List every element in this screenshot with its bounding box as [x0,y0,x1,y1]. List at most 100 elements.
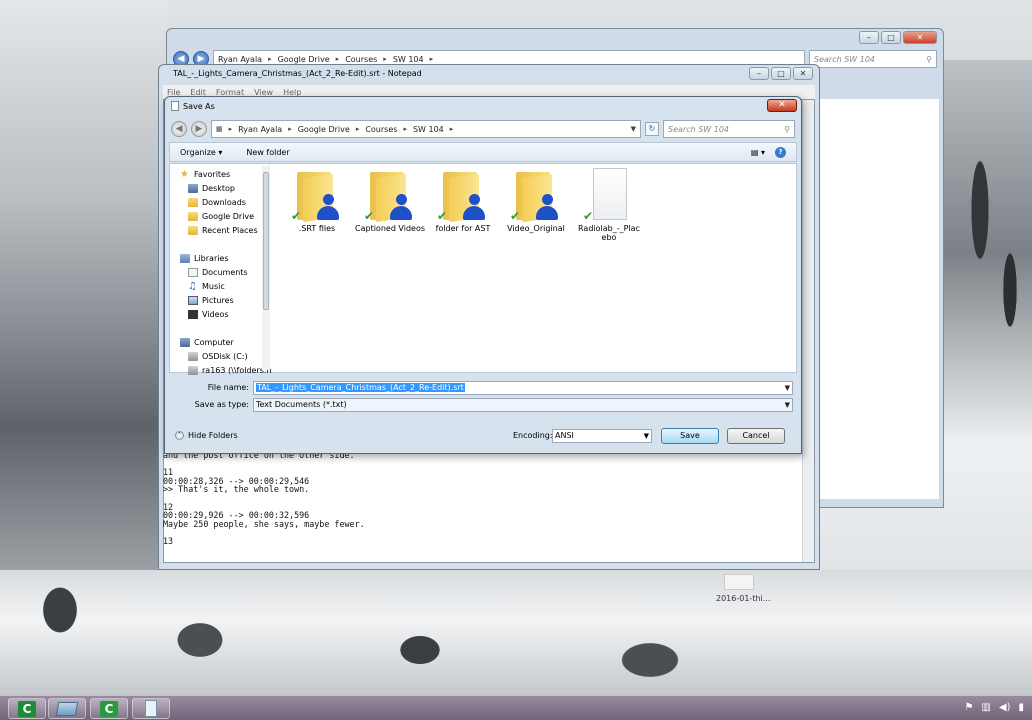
folder-item[interactable]: ✔ Captioned Videos [355,168,425,233]
file-name-input[interactable]: TAL_-_Lights_Camera_Christmas_(Act_2_Re-… [253,381,793,395]
encoding-label: Encoding: [513,431,553,440]
notepad-caption-buttons: – □ ✕ [749,67,813,80]
save-as-dialog[interactable]: Save As ✕ ◀ ▶ ▦ ▸ Ryan Ayala ▸ Google Driv… [164,96,802,454]
breadcrumb-item[interactable]: Google Drive [298,125,350,134]
desktop-file-icon[interactable] [724,574,754,590]
file-name-value: TAL_-_Lights_Camera_Christmas_(Act_2_Re-… [256,383,465,392]
google-drive-icon [188,212,198,221]
recent-places-icon [188,226,198,235]
navigation-pane: ★ Favorites Desktop Downloads Google Driv… [170,164,272,375]
minimize-button[interactable]: – [749,67,769,80]
taskbar-app-display[interactable] [48,698,86,719]
dialog-footer: ˄ Hide Folders Encoding: ANSI ▼ Save Can… [165,427,801,447]
camtasia-icon: C [100,700,118,717]
shared-folder-icon: ✔ [510,168,560,223]
save-form: File name: TAL_-_Lights_Camera_Christmas… [165,379,801,419]
encoding-select[interactable]: ANSI ▼ [552,429,652,443]
forward-button[interactable]: ▶ [191,121,207,137]
desktop-wallpaper-left [0,0,168,570]
desktop-wallpaper-bottom [0,570,1032,695]
view-options-icon[interactable]: ▤ ▾ [751,148,765,157]
nav-music[interactable]: ♫ Music [188,281,225,292]
nav-recent-places[interactable]: Recent Places [188,226,258,235]
save-button[interactable]: Save [661,428,719,444]
scrollbar-thumb[interactable] [263,172,269,310]
save-type-select[interactable]: Text Documents (*.txt) ▼ [253,398,793,412]
explorer-search-input[interactable]: Search SW 104 ⚲ [809,50,937,68]
breadcrumb-item[interactable]: Ryan Ayala [238,125,282,134]
folder-item[interactable]: ✔ folder for AST [428,168,498,233]
nav-desktop[interactable]: Desktop [188,184,235,193]
chevron-down-icon[interactable]: ▼ [631,125,636,133]
shared-folder-icon: ✔ [364,168,414,223]
dialog-address-bar[interactable]: ▦ ▸ Ryan Ayala ▸ Google Drive ▸ Courses ▸ SW… [211,120,641,138]
close-button[interactable]: ✕ [793,67,813,80]
nav-videos[interactable]: Videos [188,310,229,319]
videos-icon [188,310,198,319]
breadcrumb-item[interactable]: Courses [365,125,397,134]
nav-computer[interactable]: Computer [180,338,234,347]
folder-item[interactable]: ✔ .SRT files [282,168,352,233]
system-tray: ⚑ ▥ ◀) ▮ [964,702,1024,713]
taskbar-app-camtasia-2[interactable]: C [90,698,128,719]
desktop-icon [188,184,198,193]
folder-item[interactable]: ✔ Video_Original [501,168,571,233]
pictures-icon [188,296,198,305]
chevron-down-icon[interactable]: ▼ [785,399,790,411]
chevron-up-icon: ˄ [175,431,184,440]
taskbar-app-camtasia[interactable]: C [8,698,46,719]
network-icon[interactable]: ▥ [981,702,990,713]
dialog-search-input[interactable]: Search SW 104 ⚲ [663,120,795,138]
breadcrumb-item[interactable]: SW 104 [393,55,424,64]
monitor-icon [55,701,79,716]
dialog-title: Save As [183,101,215,111]
close-button[interactable]: ✕ [903,31,937,44]
vertical-scrollbar[interactable] [802,100,814,562]
breadcrumb-item[interactable]: Courses [345,55,377,64]
shared-folder-icon: ✔ [437,168,487,223]
cancel-button[interactable]: Cancel [727,428,785,444]
save-type-value: Text Documents (*.txt) [256,400,347,409]
notepad-icon [145,700,157,717]
file-item[interactable]: ✔ Radiolab_-_Placebo [574,168,644,242]
documents-icon [188,268,198,277]
save-type-label: Save as type: [194,400,249,409]
maximize-button[interactable]: □ [771,67,791,80]
nav-downloads[interactable]: Downloads [188,198,246,207]
nav-pictures[interactable]: Pictures [188,296,234,305]
chevron-down-icon[interactable]: ▼ [785,382,790,394]
help-icon[interactable]: ? [775,146,786,158]
dialog-address-row: ◀ ▶ ▦ ▸ Ryan Ayala ▸ Google Drive ▸ Courses… [171,119,795,139]
breadcrumb-item[interactable]: Google Drive [278,55,330,64]
show-desktop-icon[interactable]: ▮ [1018,702,1024,713]
libraries-icon [180,254,190,263]
maximize-button[interactable]: □ [881,31,901,44]
music-icon: ♫ [188,281,197,292]
volume-icon[interactable]: ◀) [999,702,1011,713]
star-icon: ★ [180,169,189,180]
taskbar-app-notepad[interactable] [132,698,170,719]
new-folder-button[interactable]: New folder [246,148,289,157]
dialog-close-button[interactable]: ✕ [767,99,797,112]
dialog-title-bar: Save As [171,101,215,111]
nav-google-drive[interactable]: Google Drive [188,212,254,221]
shared-folder-icon: ✔ [291,168,341,223]
network-drive-icon [188,366,198,375]
breadcrumb-item[interactable]: SW 104 [413,125,444,134]
nav-scrollbar[interactable] [262,166,270,370]
breadcrumb-item[interactable]: Ryan Ayala [218,55,262,64]
refresh-button[interactable]: ↻ [645,122,659,136]
nav-network-drive[interactable]: ra163 (\\folders.h [188,366,272,375]
nav-favorites[interactable]: ★ Favorites [180,169,230,180]
document-icon: ✔ [583,168,633,222]
nav-osdisk[interactable]: OSDisk (C:) [188,352,248,361]
hide-folders-button[interactable]: ˄ Hide Folders [175,431,238,440]
organize-button[interactable]: Organize ▾ [180,148,222,157]
nav-libraries[interactable]: Libraries [180,254,229,263]
downloads-icon [188,198,198,207]
nav-documents[interactable]: Documents [188,268,248,277]
document-icon [171,101,179,111]
flag-icon[interactable]: ⚑ [964,702,973,713]
back-button[interactable]: ◀ [171,121,187,137]
minimize-button[interactable]: – [859,31,879,44]
